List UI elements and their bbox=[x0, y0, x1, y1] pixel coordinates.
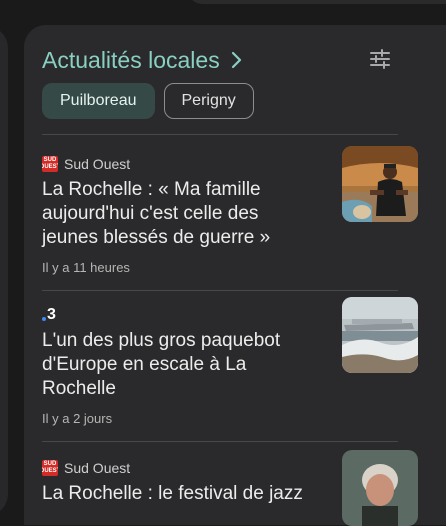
article-title[interactable]: La Rochelle : « Ma famille aujourd'hui c… bbox=[42, 178, 318, 250]
article-title[interactable]: La Rochelle : le festival de jazz bbox=[42, 482, 318, 506]
jazz-musician-photo[interactable] bbox=[342, 450, 418, 526]
filter-settings-icon[interactable] bbox=[368, 47, 392, 71]
sud-ouest-logo: SUDOUEST bbox=[42, 156, 58, 172]
chevron-right-icon bbox=[230, 51, 242, 69]
man-on-stage-photo[interactable] bbox=[342, 146, 418, 222]
chip-perigny[interactable]: Perigny bbox=[163, 83, 254, 119]
article-time: Il y a 2 jours bbox=[42, 411, 113, 426]
previous-card-edge bbox=[0, 26, 8, 516]
source-name: Sud Ouest bbox=[64, 156, 131, 172]
article-title[interactable]: L'un des plus gros paquebot d'Europe en … bbox=[42, 329, 318, 401]
local-news-header[interactable]: Actualités locales bbox=[42, 45, 242, 75]
location-chips: Puilboreau Perigny bbox=[42, 83, 254, 119]
source-name: Sud Ouest bbox=[64, 460, 131, 476]
article-time: Il y a 11 heures bbox=[42, 260, 130, 275]
chip-puilboreau[interactable]: Puilboreau bbox=[42, 83, 155, 119]
news-article[interactable]: SUDOUEST Sud Ouest La Rochelle : « Ma fa… bbox=[42, 146, 418, 275]
divider bbox=[42, 290, 398, 291]
local-news-title: Actualités locales bbox=[42, 46, 220, 73]
top-search-bar-edge bbox=[188, 0, 446, 4]
divider bbox=[42, 441, 398, 442]
news-article[interactable]: SUDOUEST Sud Ouest La Rochelle : le fest… bbox=[42, 450, 418, 526]
divider bbox=[42, 134, 398, 135]
local-news-card: Actualités locales Puilboreau Perigny SU… bbox=[24, 25, 446, 526]
cruise-ship-photo[interactable] bbox=[342, 297, 418, 373]
france3-logo: 3 bbox=[42, 305, 56, 325]
sud-ouest-logo: SUDOUEST bbox=[42, 460, 58, 476]
news-article[interactable]: 3 L'un des plus gros paquebot d'Europe e… bbox=[42, 297, 418, 426]
